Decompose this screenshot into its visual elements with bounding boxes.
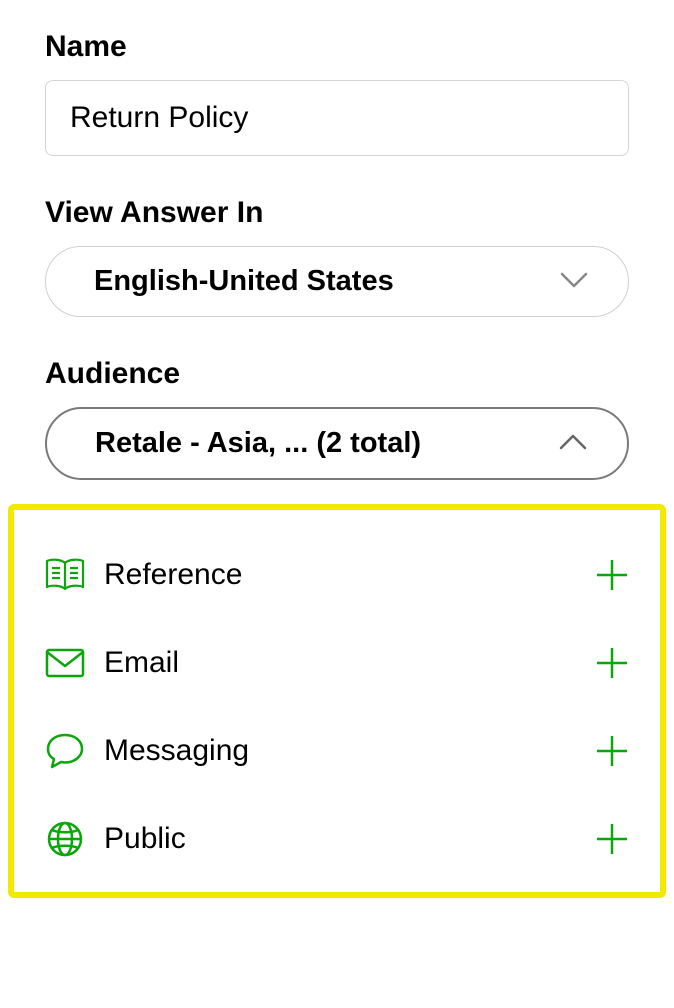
channel-label: Public: [104, 822, 594, 856]
globe-icon: [44, 818, 86, 860]
mail-icon: [44, 642, 86, 684]
channel-row-public: Public: [44, 804, 630, 874]
view-answer-value: English-United States: [94, 265, 394, 298]
view-answer-field: View Answer In English-United States: [45, 196, 629, 317]
name-input[interactable]: [45, 80, 629, 156]
add-messaging-button[interactable]: [594, 733, 630, 769]
audience-value: Retale - Asia, ... (2 total): [95, 427, 421, 460]
channel-label: Email: [104, 646, 594, 680]
chat-icon: [44, 730, 86, 772]
chevron-up-icon: [557, 427, 589, 460]
chevron-down-icon: [558, 265, 590, 298]
audience-field: Audience Retale - Asia, ... (2 total): [45, 357, 629, 480]
audience-select[interactable]: Retale - Asia, ... (2 total): [45, 407, 629, 480]
view-answer-label: View Answer In: [45, 196, 629, 230]
audience-label: Audience: [45, 357, 629, 391]
channel-row-email: Email: [44, 628, 630, 716]
channel-row-messaging: Messaging: [44, 716, 630, 804]
channel-list: Reference Email Messaging: [8, 504, 666, 898]
add-public-button[interactable]: [594, 821, 630, 857]
channel-row-reference: Reference: [44, 540, 630, 628]
view-answer-select[interactable]: English-United States: [45, 246, 629, 317]
channel-label: Messaging: [104, 734, 594, 768]
channel-label: Reference: [104, 558, 594, 592]
name-label: Name: [45, 30, 629, 64]
book-icon: [44, 554, 86, 596]
name-field: Name: [45, 30, 629, 156]
add-email-button[interactable]: [594, 645, 630, 681]
add-reference-button[interactable]: [594, 557, 630, 593]
